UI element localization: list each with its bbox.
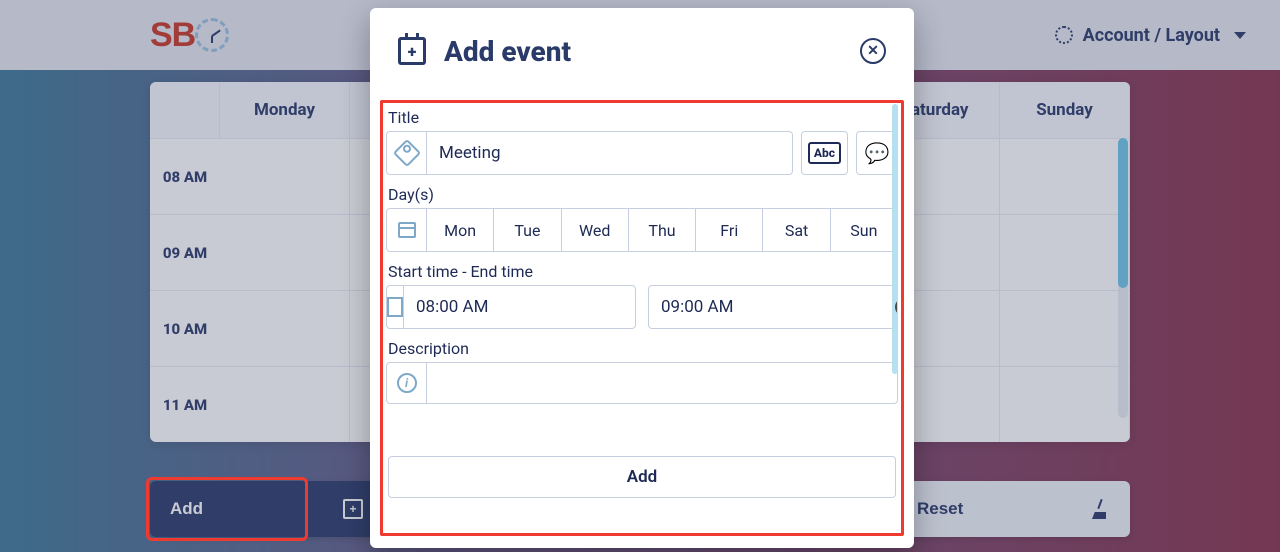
form-scrollbar[interactable] bbox=[892, 104, 898, 374]
day-fri[interactable]: Fri bbox=[696, 209, 763, 251]
day-sun[interactable]: Sun bbox=[831, 209, 897, 251]
description-input[interactable] bbox=[427, 363, 897, 403]
submit-add-label: Add bbox=[627, 467, 658, 487]
modal-title-text: Add event bbox=[444, 35, 571, 68]
close-button[interactable]: ✕ bbox=[860, 38, 886, 64]
title-input-group bbox=[386, 131, 793, 175]
tag-icon bbox=[387, 132, 427, 174]
speech-bubble-icon: 💬 bbox=[865, 141, 890, 165]
abc-label: Abc bbox=[808, 142, 841, 164]
modal-header: Add event ✕ bbox=[370, 8, 914, 94]
days-label: Day(s) bbox=[388, 185, 896, 204]
info-icon: i bbox=[387, 363, 427, 403]
time-label: Start time - End time bbox=[388, 262, 896, 281]
description-label: Description bbox=[388, 339, 896, 358]
days-selector: Mon Tue Wed Thu Fri Sat Sun bbox=[386, 208, 898, 252]
submit-add-button[interactable]: Add bbox=[388, 456, 896, 498]
close-icon: ✕ bbox=[867, 43, 879, 59]
title-input[interactable] bbox=[427, 132, 792, 174]
end-time-input[interactable] bbox=[649, 286, 895, 328]
day-thu[interactable]: Thu bbox=[629, 209, 696, 251]
calendar-add-icon bbox=[398, 37, 426, 65]
abc-toggle[interactable]: Abc bbox=[801, 131, 848, 175]
day-tue[interactable]: Tue bbox=[494, 209, 561, 251]
add-event-modal: Add event ✕ Title Abc 💬 bbox=[370, 8, 914, 548]
time-row bbox=[386, 285, 898, 329]
day-sat[interactable]: Sat bbox=[763, 209, 830, 251]
event-form: Title Abc 💬 Day(s) Mon Tue Wed bbox=[382, 94, 902, 538]
modal-body: Title Abc 💬 Day(s) Mon Tue Wed bbox=[370, 94, 914, 548]
title-row: Abc 💬 bbox=[386, 131, 898, 175]
calendar-icon bbox=[387, 209, 427, 251]
modal-title: Add event bbox=[398, 35, 571, 68]
description-group: i bbox=[386, 362, 898, 404]
day-mon[interactable]: Mon bbox=[427, 209, 494, 251]
start-time-input[interactable] bbox=[404, 286, 636, 328]
hourglass-icon bbox=[387, 286, 404, 328]
title-label: Title bbox=[388, 108, 896, 127]
end-time-group bbox=[648, 285, 898, 329]
day-wed[interactable]: Wed bbox=[562, 209, 629, 251]
start-time-group bbox=[386, 285, 636, 329]
